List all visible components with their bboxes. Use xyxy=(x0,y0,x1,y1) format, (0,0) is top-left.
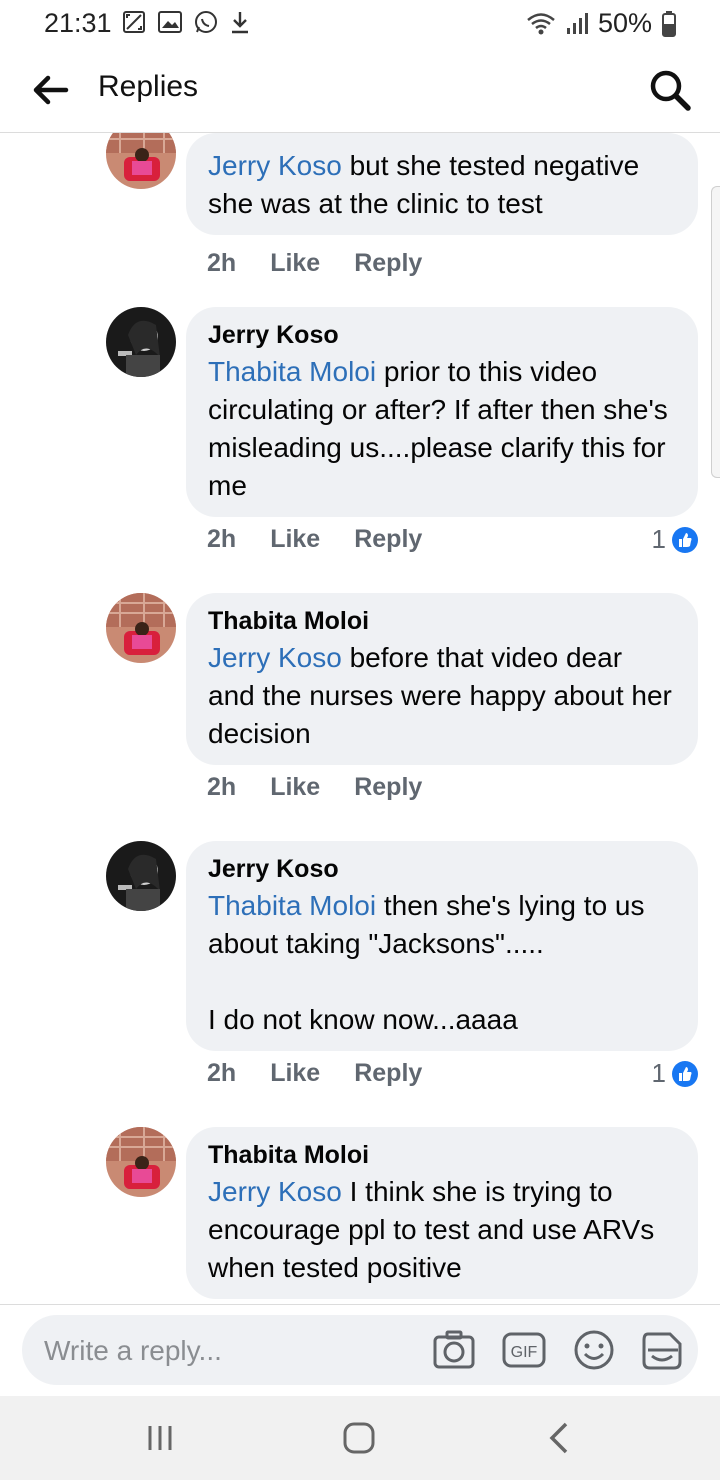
signal-icon xyxy=(566,12,588,34)
wifi-icon xyxy=(527,12,555,34)
battery-icon xyxy=(662,10,676,37)
comment-actions: 2h Like Reply xyxy=(207,525,456,554)
comment-author[interactable]: Jerry Koso xyxy=(208,851,676,887)
sticker-icon[interactable] xyxy=(640,1328,684,1372)
comment-time: 2h xyxy=(207,525,237,553)
mention-link[interactable]: Thabita Moloi xyxy=(208,890,376,921)
comment-bubble[interactable]: Jerry Koso Thabita Moloi prior to this v… xyxy=(186,307,698,517)
screenshot-icon xyxy=(123,11,145,33)
reaction-number: 1 xyxy=(651,1058,666,1088)
comment-time: 2h xyxy=(207,249,237,277)
comment-bubble[interactable]: Jerry Koso Thabita Moloi then she's lyin… xyxy=(186,841,698,1051)
comment-bubble[interactable]: Thabita Moloi Jerry Koso before that vid… xyxy=(186,593,698,765)
comment-author[interactable]: Thabita Moloi xyxy=(208,1137,676,1173)
comment-bubble[interactable]: Thabita Moloi Jerry Koso I think she is … xyxy=(186,1127,698,1299)
reply-button[interactable]: Reply xyxy=(354,525,422,554)
avatar[interactable] xyxy=(106,593,176,663)
whatsapp-icon xyxy=(195,11,217,33)
gif-icon[interactable]: GIF xyxy=(502,1328,546,1372)
mention-link[interactable]: Jerry Koso xyxy=(208,1176,342,1207)
avatar[interactable] xyxy=(106,133,176,189)
reply-input[interactable]: Write a reply... GIF xyxy=(22,1315,698,1385)
comment-bubble[interactable]: Jerry Koso but she tested negative she w… xyxy=(186,133,698,235)
comment-text: Thabita Moloi prior to this video circul… xyxy=(208,353,676,505)
scrollbar[interactable] xyxy=(711,186,720,478)
comment-actions: 2h Like Reply xyxy=(207,1059,456,1088)
emoji-icon[interactable] xyxy=(572,1328,616,1372)
notification-icons xyxy=(122,10,250,34)
download-icon xyxy=(232,12,248,34)
gallery-icon xyxy=(158,11,182,33)
like-thumb-icon xyxy=(672,526,698,553)
status-bar: 21:31 50% xyxy=(0,0,720,46)
comment-text: Jerry Koso before that video dear and th… xyxy=(208,639,676,753)
comment-text: Jerry Koso I think she is trying to enco… xyxy=(208,1173,676,1287)
comment-text: Jerry Koso but she tested negative she w… xyxy=(208,143,676,223)
arrow-left-icon[interactable] xyxy=(30,72,70,108)
back-icon[interactable] xyxy=(540,1420,580,1456)
reaction-count[interactable]: 1 xyxy=(652,1058,698,1089)
app-header: Replies xyxy=(0,46,720,133)
status-right: 50% xyxy=(526,8,676,39)
battery-percent: 50% xyxy=(597,8,652,38)
reply-placeholder: Write a reply... xyxy=(44,1335,222,1366)
mention-link[interactable]: Thabita Moloi xyxy=(208,356,376,387)
reaction-count[interactable]: 1 xyxy=(652,524,698,555)
comment-actions: 2h Like Reply xyxy=(207,773,456,802)
like-button[interactable]: Like xyxy=(270,773,320,802)
like-button[interactable]: Like xyxy=(270,249,320,278)
comment-author[interactable]: Jerry Koso xyxy=(208,317,676,353)
reply-button[interactable]: Reply xyxy=(354,1059,422,1088)
reaction-number: 1 xyxy=(651,524,666,554)
avatar[interactable] xyxy=(106,841,176,911)
mention-link[interactable]: Jerry Koso xyxy=(208,642,342,673)
reply-button[interactable]: Reply xyxy=(354,249,422,278)
comment-time: 2h xyxy=(207,773,237,801)
reply-composer: Write a reply... GIF xyxy=(0,1304,720,1397)
like-button[interactable]: Like xyxy=(270,1059,320,1088)
search-icon[interactable] xyxy=(648,68,692,112)
camera-icon[interactable] xyxy=(432,1328,476,1372)
avatar[interactable] xyxy=(106,307,176,377)
page-title: Replies xyxy=(98,70,199,103)
svg-text:GIF: GIF xyxy=(511,1344,538,1361)
comment-text: Thabita Moloi then she's lying to us abo… xyxy=(208,887,676,1039)
system-nav-bar xyxy=(0,1396,720,1480)
comment-actions: 2h Like Reply xyxy=(207,249,456,278)
comment-time: 2h xyxy=(207,1059,237,1087)
like-thumb-icon xyxy=(672,1060,698,1087)
recent-apps-icon[interactable] xyxy=(140,1420,180,1456)
replies-list[interactable]: Jerry Koso but she tested negative she w… xyxy=(0,133,720,1303)
mention-link[interactable]: Jerry Koso xyxy=(208,150,342,181)
home-icon[interactable] xyxy=(339,1420,379,1456)
comment-author[interactable]: Thabita Moloi xyxy=(208,603,676,639)
avatar[interactable] xyxy=(106,1127,176,1197)
like-button[interactable]: Like xyxy=(270,525,320,554)
status-time: 21:31 xyxy=(44,8,112,38)
reply-button[interactable]: Reply xyxy=(354,773,422,802)
